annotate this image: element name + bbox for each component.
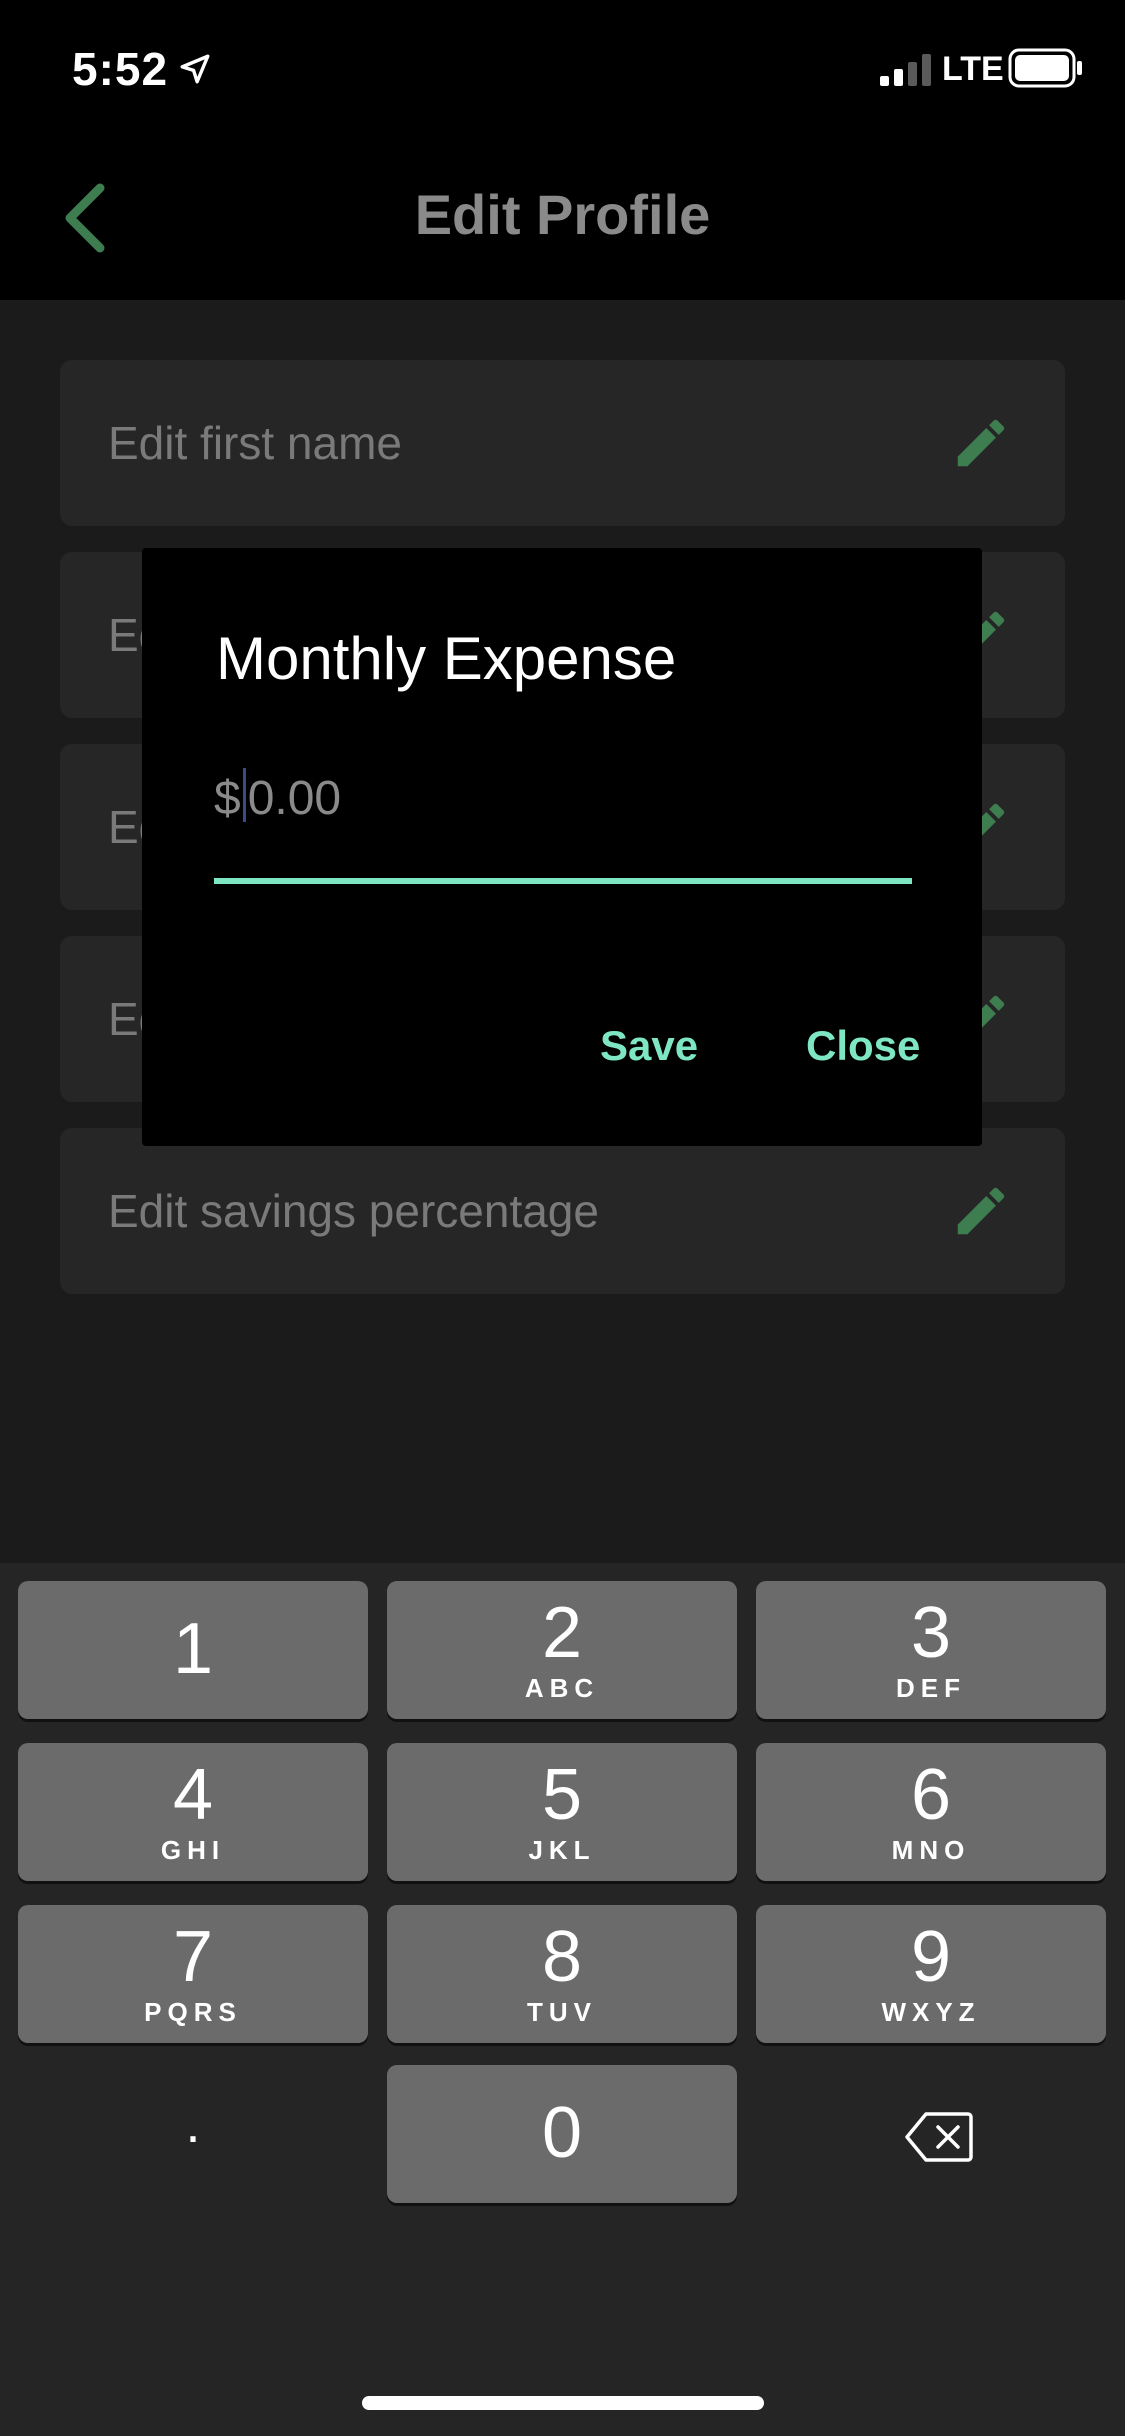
key-1[interactable]: 1: [18, 1581, 368, 1719]
battery-icon: [1008, 48, 1082, 88]
key-digit: 9: [910, 1917, 952, 1997]
key-digit: 5: [541, 1755, 583, 1835]
key-3[interactable]: 3 DEF: [756, 1581, 1106, 1719]
key-5[interactable]: 5 JKL: [387, 1743, 737, 1881]
text-caret: [242, 768, 246, 822]
input-underline: [214, 878, 912, 884]
save-button[interactable]: Save: [600, 1022, 698, 1070]
key-digit: 3: [910, 1593, 952, 1673]
page-title: Edit Profile: [414, 183, 711, 246]
pencil-icon[interactable]: [950, 1180, 1012, 1242]
key-4[interactable]: 4 GHI: [18, 1743, 368, 1881]
key-digit: 6: [910, 1755, 952, 1835]
key-digit: 7: [172, 1917, 214, 1997]
location-arrow-icon: [180, 54, 210, 84]
row-label: Edit savings percentage: [108, 1185, 599, 1237]
dialog-title: Monthly Expense: [216, 625, 677, 692]
key-letters: TUV: [527, 1997, 597, 2027]
currency-prefix: $: [214, 772, 241, 825]
key-letters: GHI: [160, 1835, 226, 1865]
key-letters: MNO: [891, 1835, 971, 1865]
amount-placeholder: 0.00: [247, 772, 342, 825]
key-letters: JKL: [528, 1835, 596, 1865]
home-indicator[interactable]: [362, 2396, 764, 2410]
key-letters: DEF: [896, 1673, 966, 1703]
pencil-icon[interactable]: [950, 412, 1012, 474]
key-letters: WXYZ: [881, 1997, 981, 2027]
key-digit: 2: [541, 1593, 583, 1673]
key-digit: 8: [541, 1917, 583, 1997]
key-2[interactable]: 2 ABC: [387, 1581, 737, 1719]
key-8[interactable]: 8 TUV: [387, 1905, 737, 2043]
key-6[interactable]: 6 MNO: [756, 1743, 1106, 1881]
monthly-expense-dialog: Monthly Expense $0.00 Save Close: [142, 548, 982, 1146]
cellular-signal-icon: [880, 54, 931, 86]
status-bar: 5:52 LTE: [0, 0, 1125, 140]
key-letters: PQRS: [144, 1997, 242, 2027]
close-button[interactable]: Close: [806, 1022, 920, 1070]
key-letters: ABC: [524, 1673, 600, 1703]
numeric-keypad: 1 2 ABC 3 DEF 4 GHI 5 JKL 6 MNO 7 PQRS 8…: [0, 1563, 1125, 2436]
key-9[interactable]: 9 WXYZ: [756, 1905, 1106, 2043]
key-digit: 4: [172, 1755, 214, 1835]
key-0[interactable]: 0: [387, 2065, 737, 2203]
status-time: 5:52: [72, 43, 169, 95]
key-decimal[interactable]: .: [18, 2069, 368, 2207]
row-label: Edit first name: [108, 417, 402, 469]
key-7[interactable]: 7 PQRS: [18, 1905, 368, 2043]
edit-first-name-row[interactable]: Edit first name: [60, 360, 1065, 526]
screen: 5:52 LTE Edit Profile Edit first name Ed…: [0, 0, 1125, 2436]
network-type: LTE: [942, 50, 1004, 88]
amount-input[interactable]: $0.00: [214, 768, 912, 834]
key-digit: 0: [541, 2093, 583, 2173]
delete-key[interactable]: [756, 2069, 1106, 2207]
backspace-icon: [905, 2112, 973, 2162]
edit-savings-percentage-row[interactable]: Edit savings percentage: [60, 1128, 1065, 1294]
nav-bar: Edit Profile: [0, 140, 1125, 300]
key-digit: 1: [172, 1609, 214, 1689]
